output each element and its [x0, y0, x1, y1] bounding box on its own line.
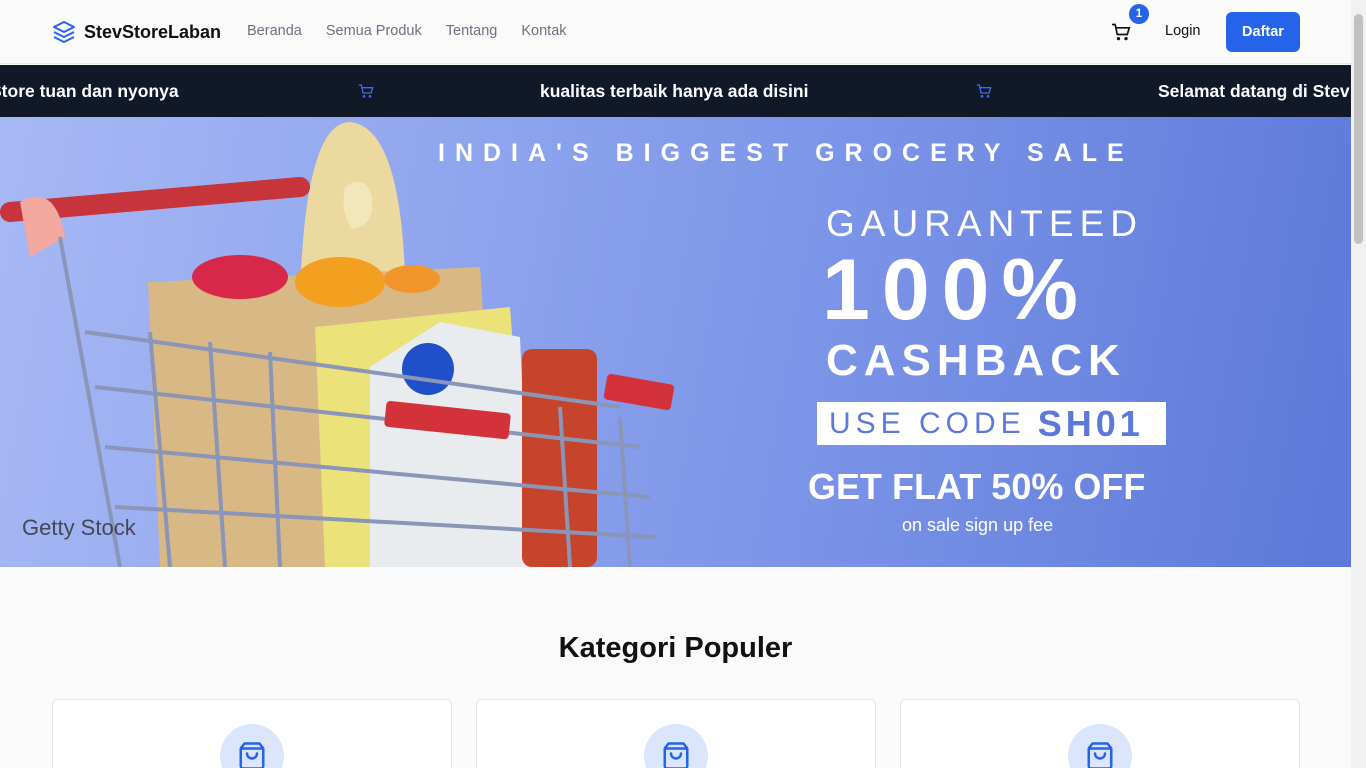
category-card[interactable] [476, 699, 876, 768]
layers-icon [53, 21, 75, 43]
hero-watermark: Getty Stock [22, 515, 136, 540]
categories-title: Kategori Populer [558, 632, 793, 664]
category-icon-wrap [1068, 724, 1132, 768]
category-card[interactable] [900, 699, 1300, 768]
cart-button[interactable] [1111, 22, 1131, 42]
main-nav: Beranda Semua Produk Tentang Kontak [247, 23, 567, 39]
announcement-marquee: Store tuan dan nyonya kualitas terbaik h… [0, 65, 1351, 117]
cart-count-badge: 1 [1129, 4, 1149, 24]
hero-flat-offer: GET FLAT 50% OFF [808, 466, 1146, 507]
register-button[interactable]: Daftar [1226, 12, 1300, 52]
cart-icon [358, 84, 374, 98]
promo-code-box: USE CODE SH01 [817, 402, 1166, 445]
brand-logo[interactable]: StevStoreLaban [52, 20, 221, 44]
hero-cashback: CASHBACK [826, 336, 1126, 385]
hero-guaranteed: GAURANTEED [826, 203, 1143, 244]
shopping-bag-icon [663, 742, 689, 768]
promo-code: SH01 [1037, 402, 1144, 444]
category-icon-wrap [644, 724, 708, 768]
shopping-bag-icon [239, 742, 265, 768]
marquee-text-3: Selamat datang di Stev [1158, 81, 1350, 101]
cart-icon [976, 84, 992, 98]
marquee-text-2: kualitas terbaik hanya ada disini [540, 81, 809, 101]
nav-link-tentang[interactable]: Tentang [446, 23, 498, 39]
login-link[interactable]: Login [1165, 23, 1200, 39]
nav-link-kontak[interactable]: Kontak [521, 23, 566, 39]
category-icon-wrap [220, 724, 284, 768]
brand-name: StevStoreLaban [84, 21, 222, 42]
grocery-cart-illustration [0, 122, 675, 567]
scrollbar-thumb[interactable] [1354, 14, 1363, 244]
shopping-bag-icon [1087, 742, 1113, 768]
cart-icon [1111, 23, 1131, 41]
promo-code-label: USE CODE [829, 406, 1026, 440]
page-scrollbar[interactable] [1351, 0, 1366, 768]
nav-link-beranda[interactable]: Beranda [247, 23, 302, 39]
hero-percent: 100% [822, 242, 1090, 338]
category-card[interactable] [52, 699, 452, 768]
hero-subtitle: INDIA'S BIGGEST GROCERY SALE [438, 139, 1134, 167]
hero-fine-print: on sale sign up fee [902, 515, 1054, 535]
nav-link-semua-produk[interactable]: Semua Produk [326, 23, 422, 39]
hero-banner[interactable]: Getty Stock INDIA'S BIGGEST GROCERY SALE… [0, 117, 1351, 567]
navbar: StevStoreLaban Beranda Semua Produk Tent… [0, 0, 1351, 64]
marquee-text-1: Store tuan dan nyonya [0, 81, 179, 101]
